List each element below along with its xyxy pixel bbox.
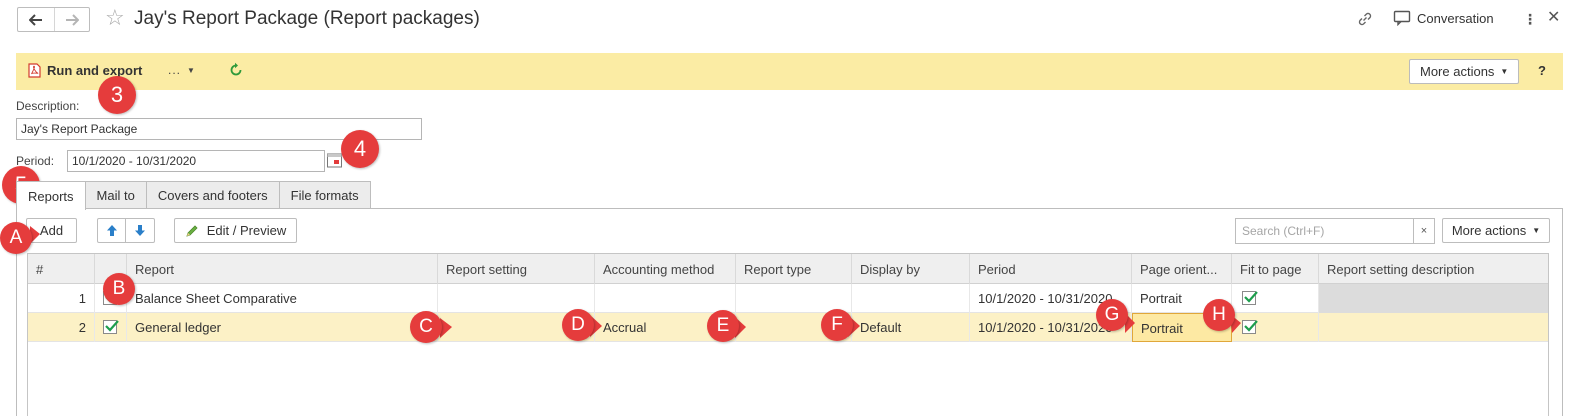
chat-icon: [1393, 10, 1411, 26]
callout-marker: G: [1096, 299, 1128, 331]
refresh-icon[interactable]: [229, 62, 243, 78]
column-header-display-by[interactable]: Display by: [852, 254, 970, 284]
arrow-up-icon: [106, 225, 117, 236]
more-actions-label: More actions: [1420, 64, 1495, 79]
pdf-icon: [28, 63, 41, 78]
period-field[interactable]: 10/1/2020 - 10/31/2020: [67, 150, 325, 172]
table-header: # Report Report setting Accounting metho…: [28, 254, 1548, 284]
column-header-fit-to-page[interactable]: Fit to page: [1232, 254, 1319, 284]
callout-marker: B: [103, 273, 135, 305]
report-setting-description-cell: [1319, 313, 1548, 342]
display-by-cell[interactable]: [852, 284, 970, 313]
arrow-left-icon: [28, 13, 42, 26]
report-cell[interactable]: General ledger: [127, 313, 438, 342]
tab-reports[interactable]: Reports: [16, 181, 86, 210]
checkmark-icon: [1244, 291, 1258, 303]
arrow-right-icon: [65, 13, 79, 26]
favorite-star-icon[interactable]: ☆: [105, 6, 125, 30]
callout-marker: D: [562, 309, 594, 341]
checkmark-icon: [1244, 320, 1258, 332]
tab-file-formats[interactable]: File formats: [278, 181, 371, 209]
move-up-button[interactable]: [97, 218, 126, 243]
forward-button[interactable]: [53, 8, 90, 31]
more-actions-label: More actions: [1451, 223, 1527, 238]
more-menu-icon[interactable]: ⋮: [1523, 10, 1537, 28]
checkmark-icon: [105, 320, 119, 332]
row-number: 2: [28, 313, 95, 342]
nav-buttons: [17, 7, 90, 32]
column-header-page-orientation[interactable]: Page orient...: [1132, 254, 1232, 284]
callout-marker: E: [707, 310, 739, 342]
report-setting-description-cell: [1319, 284, 1548, 313]
callout-marker: H: [1203, 299, 1235, 331]
column-header-period[interactable]: Period: [970, 254, 1132, 284]
help-button[interactable]: ?: [1538, 63, 1546, 78]
tab-bar: Reports Mail to Covers and footers File …: [16, 181, 371, 210]
callout-marker: F: [821, 309, 853, 341]
search-input[interactable]: Search (Ctrl+F): [1235, 218, 1414, 244]
row-checkbox-cell: [95, 313, 127, 342]
callout-marker: 3: [98, 76, 136, 114]
reports-table: # Report Report setting Accounting metho…: [27, 253, 1549, 416]
column-header-report-type[interactable]: Report type: [736, 254, 852, 284]
column-header-report-setting[interactable]: Report setting: [438, 254, 595, 284]
search-clear-button[interactable]: ×: [1413, 218, 1435, 244]
close-icon[interactable]: ✕: [1547, 9, 1560, 27]
chevron-down-icon: ▼: [187, 66, 196, 76]
window-title: Jay's Report Package (Report packages): [134, 8, 480, 29]
report-setting-cell[interactable]: [438, 284, 595, 313]
fit-to-page-checkbox[interactable]: [1242, 291, 1258, 305]
fit-to-page-cell: [1232, 313, 1319, 342]
dots-label: ...: [168, 63, 182, 77]
command-bar: Run and export ... ▼ More actions ▼ ?: [16, 53, 1563, 90]
link-icon[interactable]: [1356, 10, 1374, 28]
description-label: Description:: [16, 99, 80, 113]
report-cell[interactable]: Balance Sheet Comparative: [127, 284, 438, 313]
column-header-report[interactable]: Report: [127, 254, 438, 284]
chevron-down-icon: ▼: [1500, 67, 1509, 76]
callout-marker: 4: [341, 130, 379, 168]
fit-to-page-cell: [1232, 284, 1319, 313]
extra-commands-dropdown[interactable]: ... ▼: [168, 63, 196, 77]
more-actions-button[interactable]: More actions ▼: [1409, 59, 1520, 84]
arrow-down-icon: [135, 225, 145, 236]
row-number: 1: [28, 284, 95, 313]
display-by-cell[interactable]: Default: [852, 313, 970, 342]
chevron-down-icon: ▼: [1532, 226, 1541, 235]
table-row[interactable]: 1 Balance Sheet Comparative 10/1/2020 - …: [28, 284, 1548, 313]
title-bar: ☆ Jay's Report Package (Report packages)…: [0, 0, 1585, 40]
edit-preview-label: Edit / Preview: [206, 223, 287, 238]
column-header-accounting-method[interactable]: Accounting method: [595, 254, 736, 284]
tab-covers-and-footers[interactable]: Covers and footers: [145, 181, 280, 209]
pencil-icon: [186, 224, 198, 237]
callout-marker: A: [0, 222, 32, 254]
column-header-report-setting-description[interactable]: Report setting description: [1319, 254, 1548, 284]
callout-tails: [30, 226, 1241, 338]
include-checkbox[interactable]: [103, 320, 119, 334]
move-down-button[interactable]: [125, 218, 155, 243]
run-and-export-label: Run and export: [47, 63, 143, 78]
table-row[interactable]: 2 General ledger Accrual Default 10/1/20…: [28, 313, 1548, 342]
column-header-number[interactable]: #: [28, 254, 95, 284]
tab-mail-to[interactable]: Mail to: [84, 181, 147, 209]
more-actions-table-button[interactable]: More actions ▼: [1442, 218, 1550, 243]
edit-preview-button[interactable]: Edit / Preview: [174, 218, 297, 243]
conversation-button[interactable]: Conversation: [1393, 10, 1494, 26]
accounting-method-cell[interactable]: [595, 284, 736, 313]
callout-marker: C: [410, 311, 442, 343]
fit-to-page-checkbox[interactable]: [1242, 320, 1258, 334]
conversation-label: Conversation: [1417, 10, 1494, 26]
run-and-export-button[interactable]: Run and export: [28, 63, 142, 78]
back-button[interactable]: [18, 8, 54, 31]
